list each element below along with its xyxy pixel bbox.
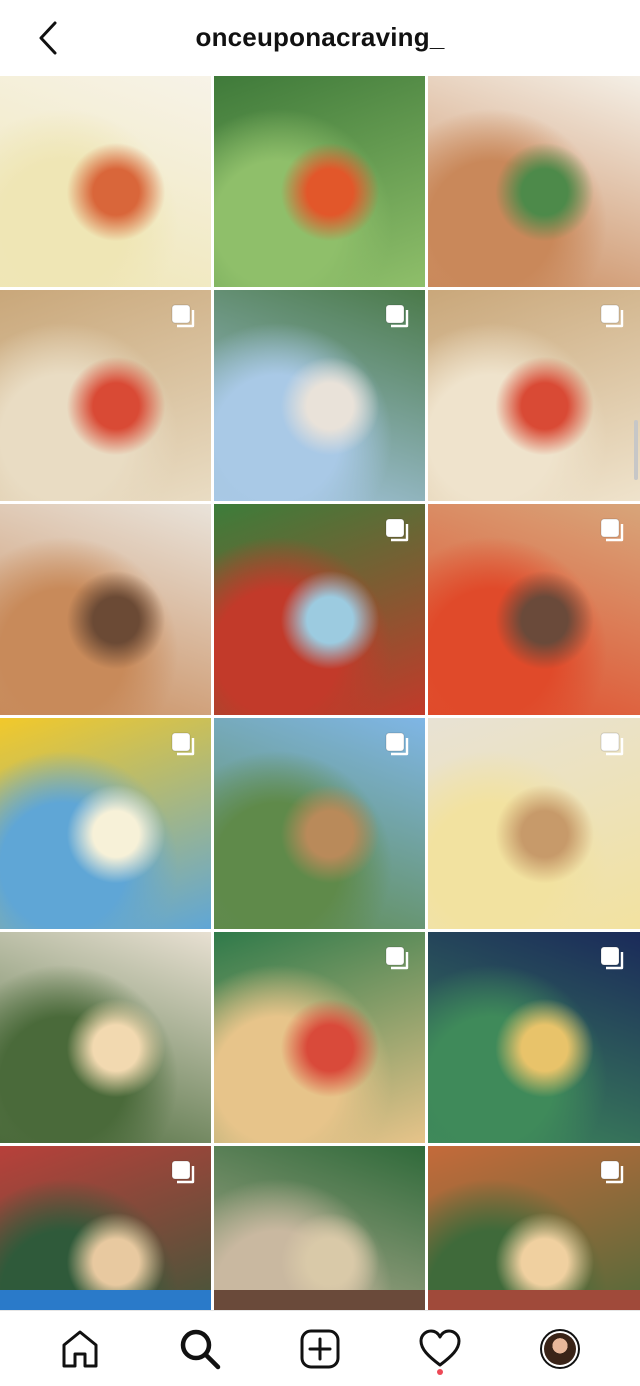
scroll-indicator[interactable] [634, 420, 638, 480]
post-thumbnail[interactable] [428, 76, 640, 287]
chevron-left-icon [39, 21, 57, 55]
carousel-icon [171, 732, 197, 758]
woman-at-lunch-table-image [0, 932, 211, 1143]
post-thumbnail-partial[interactable] [428, 1290, 640, 1310]
bottom-nav [0, 1310, 640, 1386]
post-thumbnail-partial[interactable] [214, 1290, 425, 1310]
post-thumbnail[interactable] [0, 932, 211, 1143]
nav-search[interactable] [170, 1319, 230, 1379]
nav-new-post[interactable] [290, 1319, 350, 1379]
notification-dot [437, 1368, 443, 1375]
post-thumbnail[interactable] [214, 290, 425, 501]
explore-screen: onceuponacraving_ [0, 0, 640, 1386]
home-icon [62, 1330, 98, 1367]
post-thumbnail[interactable] [0, 76, 211, 287]
top-bar: onceuponacraving_ [0, 0, 640, 74]
post-thumbnail[interactable] [428, 290, 640, 501]
woman-in-garden-path-image [214, 76, 425, 287]
carousel-icon [385, 946, 411, 972]
carousel-icon [385, 304, 411, 330]
post-thumbnail-partial[interactable] [0, 1290, 211, 1310]
woman-with-cocktail-image [0, 504, 211, 715]
carousel-icon [600, 946, 626, 972]
post-thumbnail[interactable] [214, 504, 425, 715]
carousel-icon [385, 518, 411, 544]
partial-post-row [0, 1290, 640, 1310]
carousel-icon [600, 732, 626, 758]
post-thumbnail[interactable] [428, 718, 640, 929]
carousel-icon [600, 518, 626, 544]
post-thumbnail[interactable] [0, 504, 211, 715]
back-button[interactable] [28, 18, 68, 58]
post-thumbnail[interactable] [428, 504, 640, 715]
carousel-icon [385, 732, 411, 758]
plus-square-icon [300, 1329, 340, 1368]
carousel-icon [600, 304, 626, 330]
search-icon [180, 1329, 221, 1369]
nav-home[interactable] [50, 1319, 110, 1379]
nav-profile[interactable] [530, 1319, 590, 1379]
post-grid [0, 76, 640, 1357]
post-thumbnail[interactable] [214, 932, 425, 1143]
post-thumbnail[interactable] [428, 932, 640, 1143]
carousel-icon [600, 1160, 626, 1186]
carousel-icon [171, 1160, 197, 1186]
scallop-carpaccio-dish-image [0, 76, 211, 287]
avatar [540, 1328, 580, 1369]
profile-username[interactable]: onceuponacraving_ [195, 22, 444, 53]
post-thumbnail[interactable] [0, 290, 211, 501]
nav-activity[interactable] [410, 1319, 470, 1379]
heart-icon [419, 1329, 461, 1366]
post-thumbnail[interactable] [0, 718, 211, 929]
restaurant-bar-interior-image [428, 76, 640, 287]
post-thumbnail[interactable] [214, 76, 425, 287]
carousel-icon [171, 304, 197, 330]
post-thumbnail[interactable] [214, 718, 425, 929]
